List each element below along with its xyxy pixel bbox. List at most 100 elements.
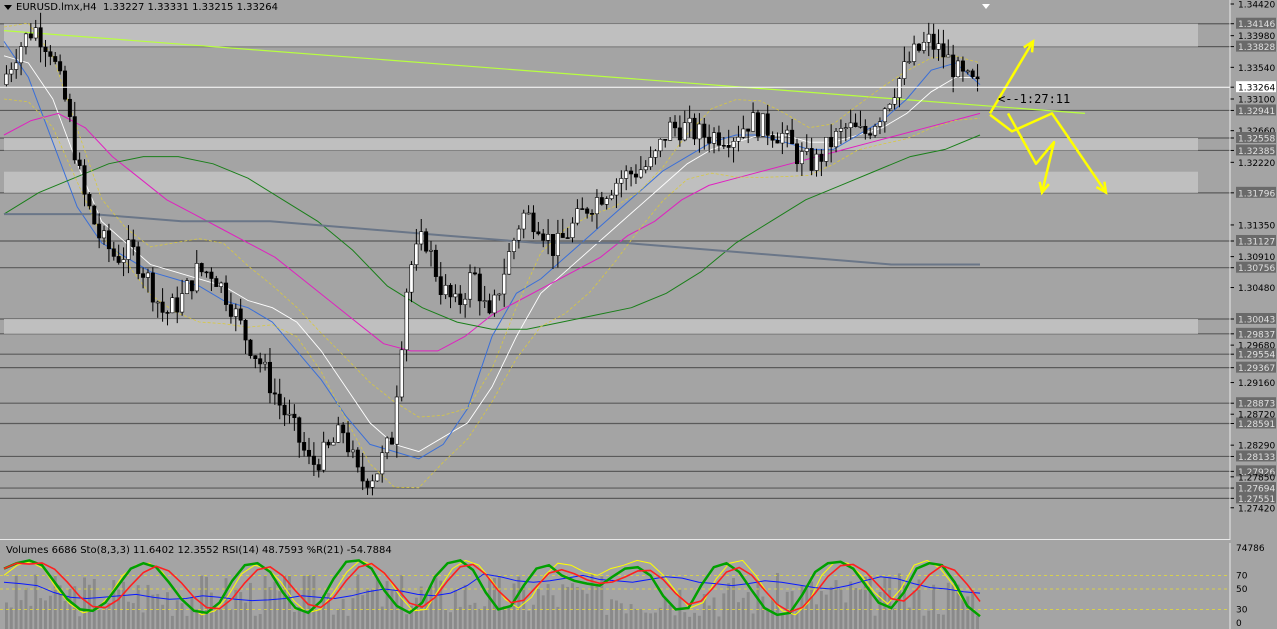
candle-body (106, 230, 111, 250)
candle-body (638, 169, 643, 178)
candle-body (175, 297, 180, 313)
candle-body (292, 413, 297, 419)
candle-body (550, 234, 556, 256)
candle-body (829, 137, 834, 148)
candle-body (394, 396, 399, 445)
candle-body (951, 54, 956, 78)
candle-body (253, 355, 258, 359)
price-tick-label: 1.32220 (1238, 159, 1275, 169)
candle-body (341, 424, 346, 434)
support-resistance-zone (4, 138, 1198, 151)
support-resistance-zone (4, 23, 1198, 47)
candle-body (165, 312, 170, 314)
quote-label: 1.33227 1.33331 1.33215 1.33264 (103, 2, 278, 13)
candle-body (399, 349, 404, 398)
candle-body (414, 243, 419, 266)
symbol-label: EURUSD.lmx,H4 (16, 2, 97, 13)
candle-body (448, 284, 453, 298)
candle-body (916, 43, 922, 51)
indicator-header: Volumes 6686 Sto(8,3,3) 11.6402 12.3552 … (6, 545, 392, 556)
candle-body (570, 222, 575, 238)
price-tick-label: 1.31796 (1238, 189, 1275, 199)
candle-body (785, 129, 790, 134)
candle-body (882, 108, 887, 123)
candle-body (819, 153, 824, 162)
price-tick-label: 1.34420 (1238, 1, 1275, 11)
candle-body (433, 249, 438, 277)
candle-body (560, 233, 565, 238)
candle-body (629, 170, 634, 175)
candle-body (716, 132, 721, 146)
candle-body (643, 166, 648, 171)
candle-body (121, 259, 126, 263)
candle-body (409, 264, 414, 293)
price-tick-label: 1.28873 (1238, 400, 1275, 410)
candle-body (365, 480, 370, 488)
candle-body (116, 256, 121, 263)
candle-body (585, 208, 590, 214)
candle-body (887, 103, 892, 110)
price-tick-label: 1.28133 (1238, 453, 1275, 463)
chart-window[interactable]: <--1:27:11 1.34420 1.34146 1.33980 1.33828 1… (0, 0, 1277, 629)
price-chart[interactable]: <--1:27:11 1.344201.341461.339801.338281… (0, 0, 1277, 540)
candle-body (487, 300, 492, 314)
price-tick-label: 1.31127 (1238, 237, 1275, 247)
candle-body (780, 133, 785, 144)
candle-body (150, 272, 155, 303)
candle-body (921, 41, 926, 51)
candle-body (62, 70, 68, 100)
price-tick-label: 1.34146 (1238, 20, 1275, 30)
candle-body (243, 319, 248, 341)
price-tick-label: 1.29837 (1238, 330, 1275, 340)
shift-marker-icon (982, 4, 990, 9)
candle-body (316, 464, 321, 471)
candle-body (321, 441, 326, 471)
candle-body (189, 280, 194, 292)
candle-body (458, 293, 463, 305)
candle-body (302, 442, 307, 451)
candle-body (746, 128, 751, 132)
candle-body (926, 33, 931, 43)
price-tick-label: 1.30756 (1238, 264, 1275, 274)
candle-body (277, 393, 282, 406)
candle-body (507, 251, 512, 275)
indicator-tick-label: 50 (1236, 585, 1248, 595)
candle-body (443, 284, 448, 295)
candle-body (9, 69, 14, 75)
candle-body (380, 452, 385, 475)
candle-body (541, 233, 546, 241)
chart-header: EURUSD.lmx,H4 1.33227 1.33331 1.33215 1.… (4, 2, 278, 13)
moving-average-line (3, 41, 981, 460)
candle-body (668, 121, 673, 141)
candle-body (590, 213, 595, 215)
candle-body (306, 449, 312, 457)
candle-body (897, 78, 902, 98)
candle-body (14, 62, 19, 70)
candle-body (809, 148, 814, 171)
candle-body (482, 300, 487, 302)
candle-body (311, 455, 316, 465)
candle-body (702, 123, 707, 138)
candle-body (814, 153, 819, 171)
candle-body (477, 273, 482, 302)
candle-body (892, 97, 897, 105)
candle-body (472, 272, 477, 275)
indicator-tick-label: 70 (1236, 571, 1248, 581)
candle-body (43, 46, 48, 52)
candle-body (184, 280, 190, 294)
candle-body (546, 234, 551, 241)
candle-body (834, 131, 839, 148)
candle-body (82, 165, 87, 195)
candle-body (521, 212, 526, 230)
candle-body (531, 212, 536, 233)
candle-body (145, 272, 150, 278)
candle-body (653, 150, 658, 158)
candle-body (126, 239, 131, 260)
candle-body (624, 170, 629, 179)
candle-body (228, 304, 233, 317)
candle-body (326, 441, 331, 446)
candle-body (658, 139, 663, 152)
candle-body (502, 273, 507, 295)
chart-menu-triangle-icon[interactable] (4, 4, 12, 10)
price-tick-label: 1.30910 (1238, 253, 1275, 263)
